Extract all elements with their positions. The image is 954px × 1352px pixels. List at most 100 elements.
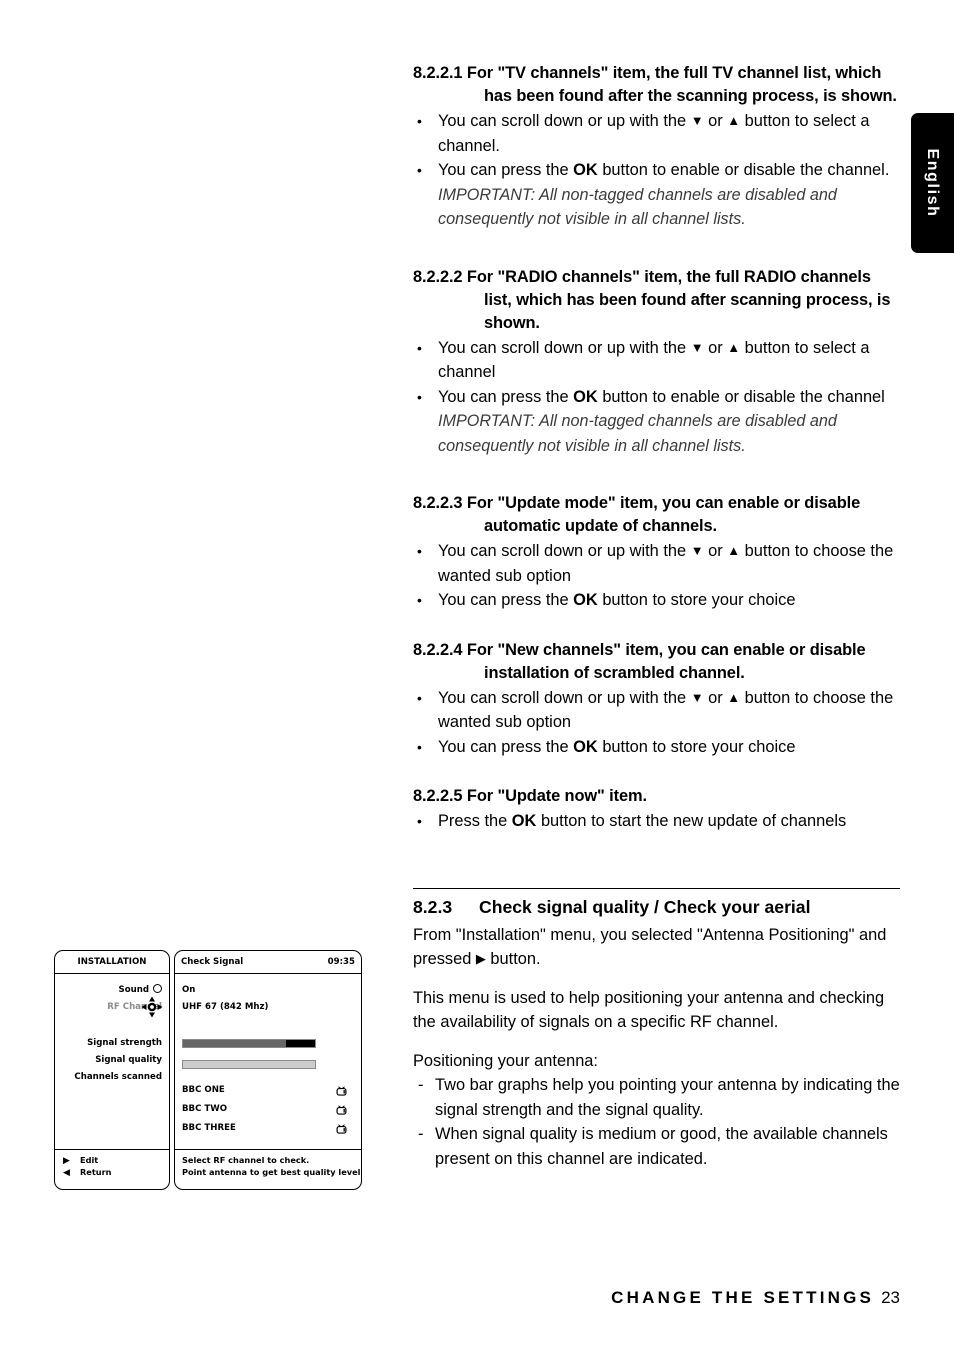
sound-value: On [182, 985, 196, 995]
tv-menu-item-label: Channels scanned [74, 1072, 162, 1082]
tv-menu-left-footer: ▶ Edit ◀ Return [55, 1149, 169, 1188]
tv-icon [336, 1105, 347, 1115]
navpad-icon [141, 996, 163, 1018]
tv-icon [336, 1124, 347, 1134]
section-title: For "Update mode" item, you can enable o… [466, 494, 861, 535]
page-number: 23 [881, 1288, 900, 1307]
arrow-down-icon: ▼ [690, 689, 704, 705]
section-8-2-2-5: 8.2.2.5 For "Update now" item. Press the… [413, 785, 900, 834]
bullet-list: You can scroll down or up with the ▼ or … [413, 539, 900, 613]
section-number: 8.2.2.1 [413, 64, 463, 82]
arrow-down-icon: ▼ [690, 113, 704, 128]
tv-icon [336, 1086, 347, 1096]
section-title: For "TV channels" item, the full TV chan… [466, 64, 897, 105]
dash-list: Two bar graphs help you pointing your an… [413, 1073, 900, 1171]
list-item: You can press the OK button to enable or… [413, 385, 900, 410]
channel-name: BBC THREE [182, 1123, 236, 1133]
paragraph-positioning-label: Positioning your antenna: [413, 1051, 598, 1070]
ok-button-ref: OK [573, 737, 598, 756]
section-title: For "Update now" item. [466, 787, 647, 805]
bar-rest [285, 1040, 315, 1047]
signal-quality-row [182, 1060, 361, 1077]
tv-menu-values: On UHF 67 (842 Mhz) BBC ONE BBC TWO BBC … [175, 974, 361, 1138]
important-note: IMPORTANT: All non-tagged channels are d… [438, 185, 837, 229]
tv-footer-hint-line: Point antenna to get best quality level [182, 1166, 361, 1177]
tv-menu-item-label: Signal quality [95, 1055, 162, 1065]
tv-footer-key-label: Return [80, 1167, 112, 1177]
bullet-list: Press the OK button to start the new upd… [413, 809, 900, 834]
signal-strength-bar [182, 1039, 316, 1048]
list-item: Two bar graphs help you pointing your an… [413, 1073, 900, 1122]
tv-menu-screenshot: INSTALLATION Sound RF Channel Signal str… [54, 950, 362, 1190]
channel-row: BBC ONE [182, 1081, 361, 1100]
important-note: IMPORTANT: All non-tagged channels are d… [438, 412, 837, 455]
arrow-up-icon: ▲ [727, 339, 741, 355]
bullet-list: You can scroll down or up with the ▼ or … [413, 109, 900, 183]
section-number: 8.2.2.4 [413, 640, 463, 659]
tv-footer-key-label: Edit [80, 1155, 99, 1165]
bullet-list: You can scroll down or up with the ▼ or … [413, 686, 900, 760]
tv-menu-left-body: Sound RF Channel Signal strength Signal … [55, 974, 169, 1149]
tv-menu-item-rf-channel[interactable]: RF Channel [55, 996, 163, 1018]
tv-menu-item-labels: Sound RF Channel Signal strength Signal … [55, 974, 169, 1086]
paragraph-description: This menu is used to help positioning yo… [413, 988, 885, 1032]
section-heading: 8.2.2.4 For "New channels" item, you can… [413, 639, 900, 685]
tv-menu-item-label: Sound [118, 985, 149, 995]
section-number: 8.2.2.3 [413, 494, 463, 512]
bar-fill [183, 1061, 315, 1068]
footer-title: CHANGE THE SETTINGS [611, 1288, 875, 1307]
channel-name: BBC TWO [182, 1104, 228, 1114]
arrow-right-icon: ▶ [475, 951, 486, 966]
section-heading: 8.2.2.5 For "Update now" item. [413, 785, 900, 808]
tv-menu-left-panel: INSTALLATION Sound RF Channel Signal str… [54, 950, 170, 1190]
section-title: For "RADIO channels" item, the full RADI… [466, 267, 891, 332]
signal-strength-row [182, 1039, 361, 1056]
arrow-left-icon: ◀ [63, 1168, 70, 1178]
section-heading: 8.2.2.2 For "RADIO channels" item, the f… [413, 266, 900, 335]
section-heading: 8.2.3 Check signal quality / Check your a… [413, 894, 900, 920]
section-heading: 8.2.2.1 For "TV channels" item, the full… [413, 62, 900, 108]
ok-button-ref: OK [573, 591, 598, 609]
section-8-2-2-3: 8.2.2.3 For "Update mode" item, you can … [413, 492, 900, 613]
rf-channel-value: UHF 67 (842 Mhz) [182, 1002, 269, 1012]
language-tab: English [911, 113, 954, 253]
tv-menu-right-title: Check Signal [181, 957, 244, 967]
tv-footer-key-return: ◀ Return [63, 1167, 169, 1179]
section-title: Check signal quality / Check your aerial [479, 896, 811, 917]
section-number: 8.2.2.5 [413, 787, 463, 805]
list-item: You can press the OK button to store you… [413, 588, 900, 613]
arrow-up-icon: ▲ [727, 689, 741, 705]
channel-row: BBC THREE [182, 1119, 361, 1138]
signal-quality-bar [182, 1060, 316, 1069]
section-8-2-3: 8.2.3 Check signal quality / Check your a… [413, 894, 900, 1172]
list-item: You can scroll down or up with the ▼ or … [413, 686, 900, 735]
arrow-down-icon: ▼ [690, 339, 704, 355]
tv-footer-key-edit: ▶ Edit [63, 1155, 169, 1167]
section-title: For "New channels" item, you can enable … [466, 640, 866, 682]
ok-button-ref: OK [573, 387, 598, 406]
arrow-up-icon: ▲ [727, 113, 741, 128]
tv-menu-item-label: Signal strength [87, 1038, 162, 1048]
tv-menu-right-panel: Check Signal 09:35 On UHF 67 (842 Mhz) B… [174, 950, 362, 1190]
bullet-list: You can scroll down or up with the ▼ or … [413, 336, 900, 410]
list-item: You can scroll down or up with the ▼ or … [413, 109, 900, 158]
tv-menu-item-signal-quality: Signal quality [55, 1052, 162, 1069]
bar-fill [183, 1040, 286, 1047]
ok-button-ref: OK [573, 161, 598, 179]
tv-menu-left-title: INSTALLATION [55, 951, 169, 974]
tv-menu-right-footer: Select RF channel to check. Point antenn… [175, 1149, 361, 1188]
list-item: Press the OK button to start the new upd… [413, 809, 900, 834]
section-divider [413, 887, 900, 889]
section-8-2-2-4: 8.2.2.4 For "New channels" item, you can… [413, 639, 900, 760]
list-item: You can scroll down or up with the ▼ or … [413, 336, 900, 385]
section-8-2-2-1: 8.2.2.1 For "TV channels" item, the full… [413, 62, 900, 232]
page-footer: CHANGE THE SETTINGS 23 [0, 1288, 900, 1308]
section-number: 8.2.3 [413, 896, 453, 917]
tv-menu-item-signal-strength: Signal strength [55, 1035, 162, 1052]
